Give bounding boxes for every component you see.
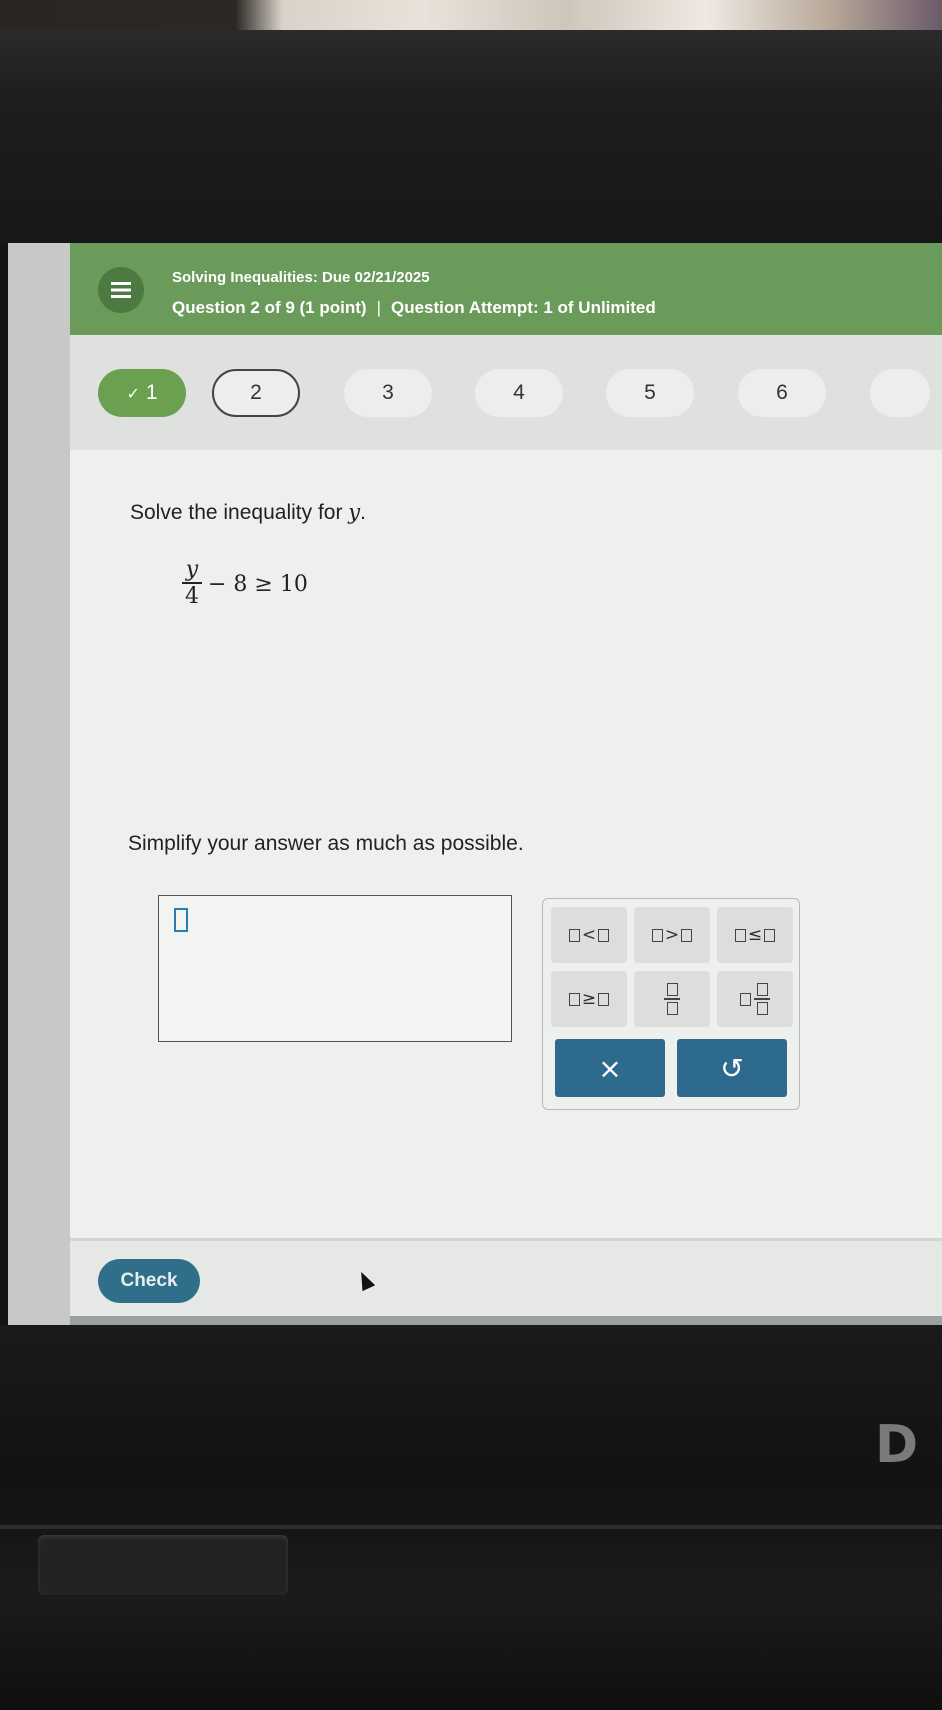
- less-equal-symbol: ≤: [747, 925, 763, 945]
- assignment-header: Solving Inequalities: Due 02/21/2025 Que…: [70, 243, 942, 335]
- close-icon: ×: [598, 1051, 622, 1085]
- question-pill-1[interactable]: ✓ 1: [98, 369, 186, 417]
- fraction-denominator: 4: [185, 584, 199, 609]
- check-icon: ✓: [126, 383, 140, 403]
- greater-than-symbol: >: [664, 925, 680, 945]
- hamburger-menu-icon[interactable]: [98, 267, 144, 313]
- prompt-end: .: [360, 501, 367, 524]
- prompt-variable: y: [348, 500, 361, 524]
- assignment-title: Solving Inequalities: Due 02/21/2025: [172, 269, 430, 286]
- question-footer: Check: [70, 1238, 942, 1316]
- prompt-text: Solve the inequality for: [130, 501, 349, 524]
- undo-icon: ↺: [720, 1051, 744, 1085]
- attempt-info: Question Attempt: 1 of Unlimited: [390, 298, 656, 317]
- mixed-number-icon: [754, 983, 770, 1015]
- question-pill-label: 1: [145, 381, 158, 404]
- less-equal-key[interactable]: ≤: [717, 907, 793, 963]
- question-pill-label: 5: [644, 381, 656, 404]
- hinge-line: [0, 1525, 942, 1529]
- less-than-key[interactable]: <: [551, 907, 627, 963]
- greater-equal-symbol: ≥: [581, 989, 597, 1009]
- greater-equal-key[interactable]: ≥: [551, 971, 627, 1027]
- problem-prompt: Solve the inequality for y.: [130, 500, 366, 525]
- brand-logo: D: [875, 1415, 918, 1475]
- question-pill-label: 6: [776, 381, 788, 404]
- fraction-template-icon: [664, 983, 680, 1015]
- fraction: y 4: [182, 558, 202, 610]
- fraction-numerator: y: [185, 557, 199, 582]
- fraction-key[interactable]: [634, 971, 710, 1027]
- undo-button[interactable]: ↺: [677, 1039, 787, 1097]
- math-palette: < > ≤ ≥ × ↺: [542, 898, 800, 1110]
- mixed-number-key[interactable]: [717, 971, 793, 1027]
- question-pill-3[interactable]: 3: [344, 369, 432, 417]
- question-pill-label: 2: [250, 381, 262, 404]
- question-pill-label: 3: [382, 381, 394, 404]
- answer-input[interactable]: [158, 895, 512, 1042]
- question-info: Question 2 of 9 (1 point): [172, 298, 367, 317]
- question-pill-5[interactable]: 5: [606, 369, 694, 417]
- question-status: Question 2 of 9 (1 point) | Question Attem…: [172, 298, 656, 318]
- screen: Solving Inequalities: Due 02/21/2025 Que…: [8, 243, 942, 1330]
- inequality-expression: y 4 − 8 ≥ 10: [182, 558, 308, 610]
- question-content: Solve the inequality for y. y 4 − 8 ≥ 10…: [70, 450, 942, 1240]
- less-than-symbol: <: [581, 925, 597, 945]
- question-pill-2[interactable]: 2: [212, 369, 300, 417]
- greater-than-key[interactable]: >: [634, 907, 710, 963]
- laptop-hinge: [38, 1535, 288, 1595]
- question-pill-6[interactable]: 6: [738, 369, 826, 417]
- question-pill-4[interactable]: 4: [475, 369, 563, 417]
- expression-rest: − 8 ≥ 10: [208, 571, 308, 597]
- laptop-bezel-bottom: [0, 1325, 942, 1710]
- question-navigation: ✓ 1 2 3 4 5 6: [70, 335, 942, 450]
- clear-button[interactable]: ×: [555, 1039, 665, 1097]
- input-cursor-placeholder: [174, 908, 188, 932]
- question-pill-label: 4: [513, 381, 525, 404]
- instruction-text: Simplify your answer as much as possible…: [128, 832, 524, 855]
- laptop-bezel-top: [0, 30, 942, 245]
- check-button[interactable]: Check: [98, 1259, 200, 1303]
- question-pill-more[interactable]: [870, 369, 930, 417]
- left-gutter: [8, 243, 70, 1330]
- separator: |: [376, 298, 381, 317]
